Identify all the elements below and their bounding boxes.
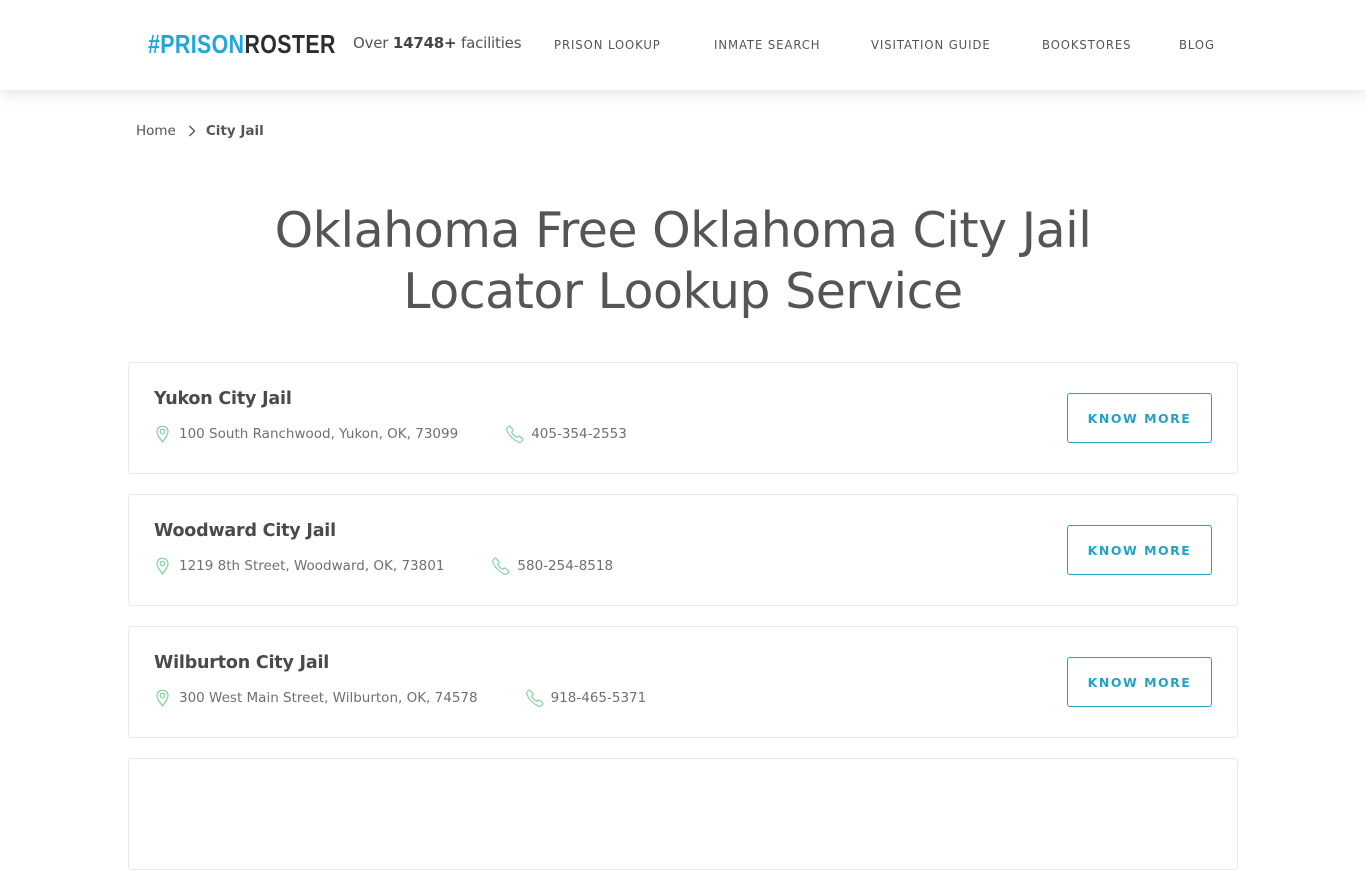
breadcrumb-home[interactable]: Home <box>136 123 176 139</box>
nav-bookstores[interactable]: BOOKSTORES <box>1042 37 1131 52</box>
page-title-line1: Oklahoma Free Oklahoma City Jail <box>274 202 1092 259</box>
facility-phone[interactable]: 580-254-8518 <box>517 558 613 574</box>
facility-name[interactable]: Yukon City Jail <box>154 389 292 409</box>
map-pin-icon <box>154 425 171 443</box>
page-title: Oklahoma Free Oklahoma City Jail Locator… <box>0 200 1366 322</box>
chevron-right-icon <box>188 125 196 137</box>
facility-phone[interactable]: 918-465-5371 <box>551 690 647 706</box>
nav-blog[interactable]: BLOG <box>1179 37 1215 52</box>
facility-address: 100 South Ranchwood, Yukon, OK, 73099 <box>179 426 459 442</box>
facility-address: 300 West Main Street, Wilburton, OK, 745… <box>179 690 478 706</box>
facility-card: Wilburton City Jail 300 West Main Street… <box>128 626 1238 738</box>
facility-card: Woodward City Jail 1219 8th Street, Wood… <box>128 494 1238 606</box>
phone-icon <box>506 425 524 443</box>
nav-visitation-guide[interactable]: VISITATION GUIDE <box>871 37 991 52</box>
map-pin-icon <box>154 689 171 707</box>
facility-meta: 300 West Main Street, Wilburton, OK, 745… <box>154 689 646 707</box>
facility-meta: 1219 8th Street, Woodward, OK, 73801 580… <box>154 557 613 575</box>
facility-card-partial <box>128 758 1238 870</box>
nav-prison-lookup[interactable]: PRISON LOOKUP <box>554 37 661 52</box>
know-more-button[interactable]: KNOW MORE <box>1067 525 1212 575</box>
facility-address: 1219 8th Street, Woodward, OK, 73801 <box>179 558 445 574</box>
breadcrumb-current: City Jail <box>205 123 264 139</box>
main-nav: PRISON LOOKUP INMATE SEARCH VISITATION G… <box>0 37 1366 57</box>
know-more-button[interactable]: KNOW MORE <box>1067 657 1212 707</box>
page-title-line2: Locator Lookup Service <box>403 263 963 320</box>
map-pin-icon <box>154 557 171 575</box>
facility-name[interactable]: Woodward City Jail <box>154 521 336 541</box>
know-more-button[interactable]: KNOW MORE <box>1067 393 1212 443</box>
facility-card: Yukon City Jail 100 South Ranchwood, Yuk… <box>128 362 1238 474</box>
phone-icon <box>525 689 544 707</box>
facility-meta: 100 South Ranchwood, Yukon, OK, 73099 40… <box>154 425 627 443</box>
phone-icon <box>492 557 510 575</box>
site-header: #PRISONROSTER Over 14748+ facilities PRI… <box>0 0 1366 90</box>
facility-name[interactable]: Wilburton City Jail <box>154 653 329 673</box>
nav-inmate-search[interactable]: INMATE SEARCH <box>714 37 820 52</box>
breadcrumb: Home City Jail <box>136 123 264 139</box>
facility-phone[interactable]: 405-354-2553 <box>531 426 627 442</box>
